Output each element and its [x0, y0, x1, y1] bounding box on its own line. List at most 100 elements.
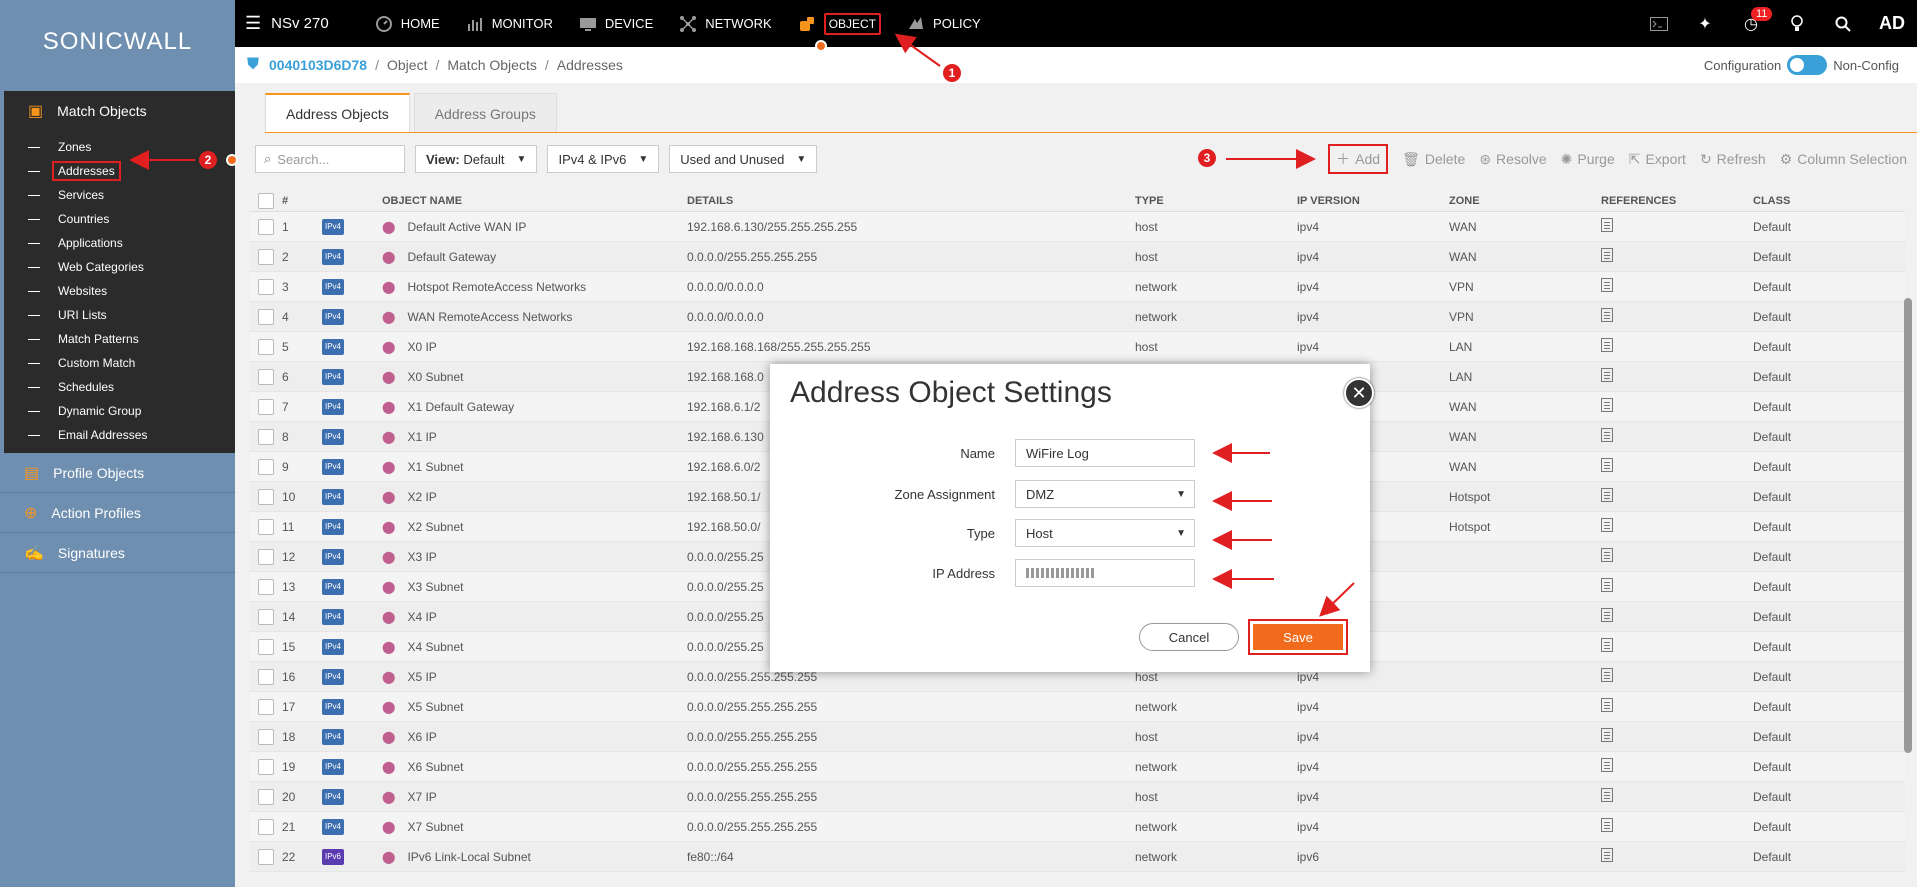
references-icon[interactable] [1601, 758, 1613, 772]
col-references[interactable]: REFERENCES [1601, 195, 1753, 207]
row-object-name[interactable]: ⬤ X4 IP [382, 610, 687, 624]
col-ip-version[interactable]: IP VERSION [1297, 195, 1449, 207]
delete-button[interactable]: 🗑 Delete [1402, 151, 1465, 168]
tools-icon[interactable]: ✦ [1695, 14, 1715, 34]
table-row[interactable]: 2 IPv4 ⬤ Default Gateway 0.0.0.0/255.255.255… [250, 242, 1905, 272]
row-object-name[interactable]: ⬤ X6 IP [382, 730, 687, 744]
col-number[interactable]: # [282, 195, 322, 207]
row-checkbox[interactable] [258, 428, 274, 445]
references-icon[interactable] [1601, 848, 1613, 862]
search-input[interactable]: ⌕ Search... [255, 145, 405, 173]
references-icon[interactable] [1601, 578, 1613, 592]
row-checkbox[interactable] [258, 758, 274, 775]
row-object-name[interactable]: ⬤ X2 Subnet [382, 520, 687, 534]
sidebar-item-websites[interactable]: Websites [4, 279, 235, 303]
row-object-name[interactable]: ⬤ X1 Default Gateway [382, 400, 687, 414]
sidebar-item-dynamic-group[interactable]: Dynamic Group [4, 399, 235, 423]
references-icon[interactable] [1601, 548, 1613, 562]
row-object-name[interactable]: ⬤ X6 Subnet [382, 760, 687, 774]
row-checkbox[interactable] [258, 458, 274, 475]
table-row[interactable]: 22 IPv6 ⬤ IPv6 Link-Local Subnet fe80::/64 ne… [250, 842, 1905, 872]
row-checkbox[interactable] [258, 338, 274, 355]
row-checkbox[interactable] [258, 488, 274, 505]
nav-policy[interactable]: POLICY [907, 0, 981, 47]
resolve-button[interactable]: ⊛ Resolve [1479, 151, 1546, 168]
nav-model[interactable]: ☰ NSv 270 [245, 13, 329, 34]
references-icon[interactable] [1601, 368, 1613, 382]
row-checkbox[interactable] [258, 368, 274, 385]
table-scrollbar[interactable] [1904, 298, 1912, 753]
nav-monitor[interactable]: MONITOR [466, 0, 553, 47]
ip-version-dropdown[interactable]: IPv4 & IPv6 ▼ [547, 145, 660, 173]
col-zone[interactable]: ZONE [1449, 195, 1601, 207]
row-checkbox[interactable] [258, 248, 274, 265]
row-object-name[interactable]: ⬤ X1 IP [382, 430, 687, 444]
col-class[interactable]: CLASS [1753, 195, 1893, 207]
add-button[interactable]: ＋ Add [1328, 144, 1389, 174]
usage-dropdown[interactable]: Used and Unused ▼ [669, 145, 818, 173]
row-object-name[interactable]: ⬤ X4 Subnet [382, 640, 687, 654]
references-icon[interactable] [1601, 638, 1613, 652]
row-object-name[interactable]: ⬤ X7 IP [382, 790, 687, 804]
table-row[interactable]: 20 IPv4 ⬤ X7 IP 0.0.0.0/255.255.255.255 host i… [250, 782, 1905, 812]
row-object-name[interactable]: ⬤ X7 Subnet [382, 820, 687, 834]
row-checkbox[interactable] [258, 818, 274, 835]
sidebar-item-web-categories[interactable]: Web Categories [4, 255, 235, 279]
references-icon[interactable] [1601, 818, 1613, 832]
col-details[interactable]: DETAILS [687, 195, 1135, 207]
breadcrumb-object[interactable]: Object [387, 57, 427, 73]
row-checkbox[interactable] [258, 308, 274, 325]
references-icon[interactable] [1601, 668, 1613, 682]
view-dropdown[interactable]: View: Default ▼ [415, 145, 538, 173]
sidebar-item-email-addresses[interactable]: Email Addresses [4, 423, 235, 447]
row-object-name[interactable]: ⬤ Hotspot RemoteAccess Networks [382, 280, 687, 294]
notifications-icon[interactable]: ◷ 11 [1741, 6, 1773, 34]
col-object-name[interactable]: OBJECT NAME [382, 195, 687, 207]
nav-device[interactable]: DEVICE [579, 0, 653, 47]
menu-icon[interactable]: ☰ [245, 13, 261, 34]
row-checkbox[interactable] [258, 548, 274, 565]
col-type[interactable]: TYPE [1135, 195, 1297, 207]
row-object-name[interactable]: ⬤ X3 Subnet [382, 580, 687, 594]
sidebar-item-custom-match[interactable]: Custom Match [4, 351, 235, 375]
table-row[interactable]: 19 IPv4 ⬤ X6 Subnet 0.0.0.0/255.255.255.255 n… [250, 752, 1905, 782]
sidebar-item-services[interactable]: Services [4, 183, 235, 207]
row-object-name[interactable]: ⬤ IPv6 Link-Local Subnet [382, 850, 687, 864]
row-checkbox[interactable] [258, 608, 274, 625]
column-selection-button[interactable]: ⚙ Column Selection [1780, 151, 1907, 168]
name-field[interactable]: WiFire Log [1015, 439, 1195, 467]
row-object-name[interactable]: ⬤ Default Active WAN IP [382, 220, 687, 234]
references-icon[interactable] [1601, 428, 1613, 442]
table-row[interactable]: 5 IPv4 ⬤ X0 IP 192.168.168.168/255.255.255.2… [250, 332, 1905, 362]
row-object-name[interactable]: ⬤ X0 IP [382, 340, 687, 354]
config-toggle[interactable] [1787, 55, 1828, 75]
table-row[interactable]: 21 IPv4 ⬤ X7 Subnet 0.0.0.0/255.255.255.255 n… [250, 812, 1905, 842]
references-icon[interactable] [1601, 218, 1613, 232]
row-object-name[interactable]: ⬤ WAN RemoteAccess Networks [382, 310, 687, 324]
sidebar-item-countries[interactable]: Countries [4, 207, 235, 231]
row-checkbox[interactable] [258, 278, 274, 295]
table-row[interactable]: 17 IPv4 ⬤ X5 Subnet 0.0.0.0/255.255.255.255 n… [250, 692, 1905, 722]
row-checkbox[interactable] [258, 728, 274, 745]
row-checkbox[interactable] [258, 638, 274, 655]
sidebar-item-applications[interactable]: Applications [4, 231, 235, 255]
row-checkbox[interactable] [258, 698, 274, 715]
select-all-checkbox[interactable] [258, 192, 274, 209]
close-icon[interactable]: ✕ [1344, 378, 1374, 408]
nav-home[interactable]: HOME [375, 0, 440, 47]
ip-address-field[interactable] [1015, 559, 1195, 587]
export-button[interactable]: ⇱ Export [1629, 151, 1686, 168]
sidebar-group-signatures[interactable]: ✍ Signatures [0, 533, 235, 573]
cancel-button[interactable]: Cancel [1139, 623, 1239, 651]
references-icon[interactable] [1601, 248, 1613, 262]
references-icon[interactable] [1601, 728, 1613, 742]
tab-address-groups[interactable]: Address Groups [413, 93, 557, 133]
table-row[interactable]: 18 IPv4 ⬤ X6 IP 0.0.0.0/255.255.255.255 host i… [250, 722, 1905, 752]
sidebar-group-profile-objects[interactable]: ▤ Profile Objects [0, 453, 235, 493]
search-icon[interactable] [1833, 14, 1853, 34]
row-object-name[interactable]: ⬤ X0 Subnet [382, 370, 687, 384]
user-avatar[interactable]: AD [1879, 13, 1905, 34]
references-icon[interactable] [1601, 278, 1613, 292]
purge-button[interactable]: ✺ Purge [1561, 151, 1615, 168]
references-icon[interactable] [1601, 308, 1613, 322]
